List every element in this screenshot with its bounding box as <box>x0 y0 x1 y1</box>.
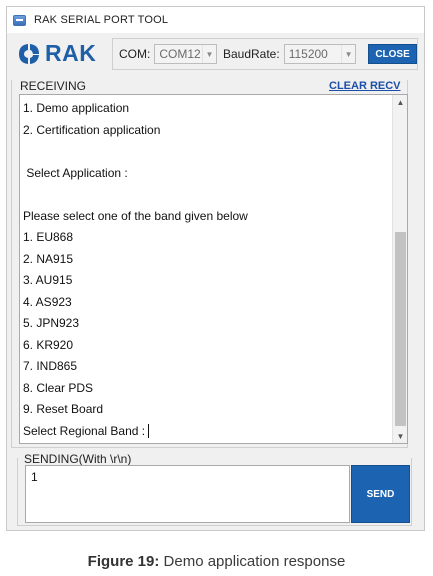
send-button[interactable]: SEND <box>351 465 410 523</box>
chevron-down-icon[interactable]: ▼ <box>201 45 216 63</box>
text-caret <box>148 424 150 439</box>
close-button[interactable]: CLOSE <box>368 44 417 64</box>
window-icon <box>13 14 26 26</box>
receive-line: 8. Clear PDS <box>23 380 94 395</box>
receive-line-text: Select Regional Band : <box>23 423 146 438</box>
receive-line: 6. KR920 <box>23 337 74 352</box>
caption-prefix: Figure 19: <box>87 553 160 570</box>
com-select[interactable]: COM12 ▼ <box>154 44 217 64</box>
toolbar: RAK COM: COM12 ▼ BaudRate: 115200 ▼ CLOS… <box>6 34 425 74</box>
clear-recv-link[interactable]: CLEAR RECV <box>329 80 401 92</box>
vertical-scrollbar[interactable]: ▲ ▼ <box>392 95 407 443</box>
chevron-down-icon[interactable]: ▼ <box>393 429 407 443</box>
receive-line: Select Application : <box>23 165 128 180</box>
receive-line: 2. NA915 <box>23 251 74 266</box>
figure-caption: Figure 19: Demo application response <box>0 553 433 570</box>
baud-label: BaudRate: <box>222 47 280 61</box>
logo-text: RAK <box>45 40 97 66</box>
baud-value: 115200 <box>288 47 328 61</box>
receive-line: 7. IND865 <box>23 359 78 373</box>
window-title: RAK SERIAL PORT TOOL <box>34 14 169 26</box>
receive-lines: 1. Demo application 2. Certification appl… <box>23 98 248 442</box>
baud-select[interactable]: 115200 ▼ <box>283 44 357 64</box>
caption-text: Demo application response <box>159 553 346 570</box>
receive-textarea[interactable]: 1. Demo application 2. Certification appl… <box>19 94 408 444</box>
chevron-up-icon[interactable]: ▲ <box>393 95 407 109</box>
receive-line: 9. Reset Board <box>23 402 104 416</box>
chevron-down-icon[interactable]: ▼ <box>341 45 355 63</box>
receive-line: 1. Demo application <box>23 101 130 115</box>
receive-line: Select Regional Band : <box>23 421 248 443</box>
receive-line <box>23 141 248 163</box>
receive-line: 3. AU915 <box>23 273 73 287</box>
receiving-label: RECEIVING <box>20 79 87 93</box>
receive-line: 5. JPN923 <box>23 316 80 330</box>
receive-line: Please select one of the band given belo… <box>23 208 248 223</box>
com-value: COM12 <box>159 47 201 61</box>
receive-line <box>23 184 248 206</box>
receive-line: 4. AS923 <box>23 294 72 309</box>
scroll-thumb[interactable] <box>395 232 406 426</box>
port-settings: COM: COM12 ▼ BaudRate: 115200 ▼ CLOSE <box>112 38 418 70</box>
title-bar: RAK SERIAL PORT TOOL <box>7 7 424 33</box>
receive-line: 2. Certification application <box>23 122 161 137</box>
receive-line: 1. EU868 <box>23 230 74 244</box>
send-input[interactable] <box>25 465 350 523</box>
com-label: COM: <box>119 47 151 61</box>
rak-logo: RAK <box>16 40 96 67</box>
rak-logo-icon <box>19 43 39 64</box>
